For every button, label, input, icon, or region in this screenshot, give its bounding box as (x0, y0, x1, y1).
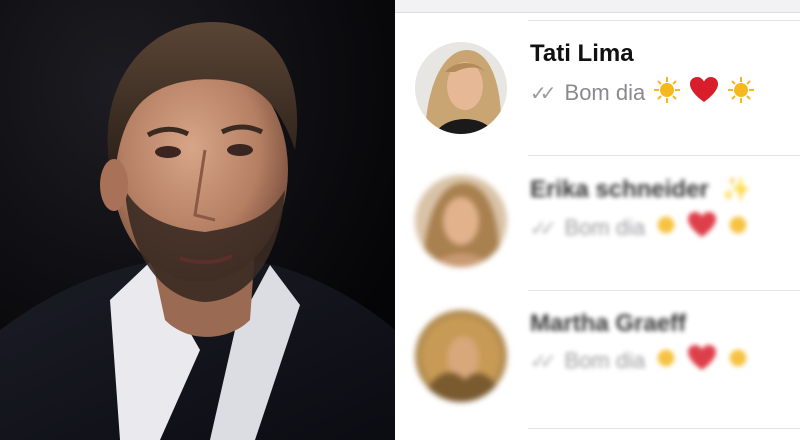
double-check-icon: ✓✓ (530, 82, 556, 105)
sun-icon (725, 345, 751, 377)
chat-name: Erika schneider ✨ (530, 175, 751, 204)
avatar (415, 42, 507, 134)
chat-list: Tati Lima ✓✓ Bom dia Erika schneider ✨ ✓… (395, 0, 800, 440)
avatar-photo (415, 175, 507, 267)
sun-icon (653, 212, 679, 244)
chat-last-message: ✓✓ Bom dia (530, 211, 751, 245)
chat-name: Martha Graeff (530, 310, 687, 337)
divider (528, 155, 800, 156)
sun-icon (653, 76, 681, 110)
chat-last-message: ✓✓ Bom dia (530, 344, 751, 378)
composite-image: Tati Lima ✓✓ Bom dia Erika schneider ✨ ✓… (0, 0, 800, 440)
chat-last-message: ✓✓ Bom dia (530, 76, 755, 110)
chat-name: Tati Lima (530, 40, 634, 67)
sun-icon (653, 345, 679, 377)
chat-name-text: Erika schneider (530, 176, 709, 203)
portrait-photo (0, 0, 395, 440)
message-text: Bom dia (564, 348, 646, 373)
avatar (415, 175, 507, 267)
sun-icon (725, 212, 751, 244)
message-text: Bom dia (564, 80, 646, 105)
heart-icon (687, 211, 717, 245)
double-check-icon: ✓✓ (530, 350, 556, 373)
divider (528, 20, 800, 21)
chat-row[interactable]: Tati Lima ✓✓ Bom dia (395, 28, 800, 148)
chat-row[interactable]: Martha Graeff ✓✓ Bom dia (395, 298, 800, 418)
avatar-photo (415, 310, 507, 402)
avatar (415, 310, 507, 402)
message-text: Bom dia (564, 215, 646, 240)
avatar-photo (415, 42, 507, 134)
divider (528, 290, 800, 291)
divider (528, 428, 800, 429)
sun-icon (727, 76, 755, 110)
man-portrait-illustration (0, 0, 395, 440)
heart-icon (689, 76, 719, 110)
sparkle-icon: ✨ (721, 176, 752, 203)
heart-icon (687, 344, 717, 378)
top-bar (395, 0, 800, 13)
double-check-icon: ✓✓ (530, 217, 556, 240)
chat-row[interactable]: Erika schneider ✨ ✓✓ Bom dia (395, 165, 800, 285)
